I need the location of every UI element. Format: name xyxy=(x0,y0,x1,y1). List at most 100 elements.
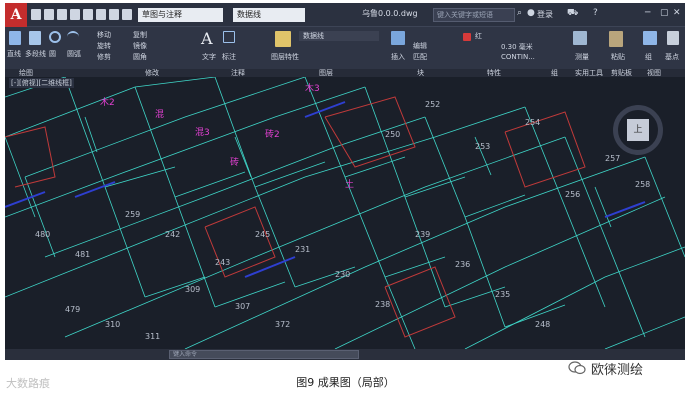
ribbon-button-group[interactable]: 组 xyxy=(645,52,652,62)
arc-tool-icon[interactable] xyxy=(67,31,79,43)
parcel-boundary-line[interactable] xyxy=(24,176,56,258)
parcel-number-label[interactable]: 310 xyxy=(105,320,120,329)
command-input[interactable] xyxy=(169,350,359,359)
save-icon[interactable] xyxy=(57,9,67,20)
user-icon[interactable]: ● xyxy=(527,8,535,18)
road-segment-line[interactable] xyxy=(74,181,116,198)
material-label[interactable]: 木2 xyxy=(100,96,115,108)
group-icon[interactable] xyxy=(643,31,657,45)
material-label[interactable]: 土 xyxy=(345,178,354,190)
ribbon-button-insert[interactable]: 插入 xyxy=(391,52,405,62)
parcel-number-label[interactable]: 230 xyxy=(335,270,350,279)
material-label[interactable]: 砖 xyxy=(230,156,239,168)
parcel-number-label[interactable]: 480 xyxy=(35,230,50,239)
parcel-boundary-line[interactable] xyxy=(234,136,252,178)
ribbon-button-circle[interactable]: 圆 xyxy=(49,49,56,59)
ribbon-button-paste[interactable]: 粘贴 xyxy=(611,52,625,62)
parcel-number-label[interactable]: 309 xyxy=(185,285,200,294)
ribbon-button-measure[interactable]: 测量 xyxy=(575,52,589,62)
open-file-icon[interactable] xyxy=(44,9,54,20)
ribbon-button-dimension[interactable]: 标注 xyxy=(222,52,236,62)
parcel-boundary-line[interactable] xyxy=(384,256,446,278)
road-segment-line[interactable] xyxy=(304,101,346,118)
viewcube-top-face[interactable]: 上 xyxy=(627,119,649,141)
material-label[interactable]: 木3 xyxy=(305,82,320,94)
save-as-icon[interactable] xyxy=(70,9,80,20)
insert-block-icon[interactable] xyxy=(391,31,405,45)
material-label[interactable]: 砖2 xyxy=(265,128,280,140)
road-segment-line[interactable] xyxy=(244,256,296,278)
ribbon-button-move[interactable]: 移动 xyxy=(97,30,111,40)
linetype-dropdown[interactable]: CONTIN... xyxy=(501,53,535,61)
parcel-boundary-line[interactable] xyxy=(464,194,526,218)
workspace-select[interactable]: 草图与注释 xyxy=(138,8,223,22)
color-dropdown[interactable]: 红 xyxy=(475,31,482,41)
lineweight-dropdown[interactable]: 0.30 毫米 xyxy=(501,42,533,52)
parcel-boundary-line[interactable] xyxy=(24,77,306,178)
parcel-number-label[interactable]: 245 xyxy=(255,230,270,239)
search-icon[interactable]: ⌕ xyxy=(517,8,522,18)
parcel-number-label[interactable]: 254 xyxy=(525,118,540,127)
parcel-boundary-line[interactable] xyxy=(104,166,176,188)
ribbon-button-copy[interactable]: 复制 xyxy=(133,30,147,40)
parcel-boundary-line[interactable] xyxy=(644,156,685,258)
parcel-number-label[interactable]: 259 xyxy=(125,210,140,219)
minimize-icon[interactable]: ─ xyxy=(645,8,650,18)
layer-dropdown[interactable]: 数据线 xyxy=(299,31,379,41)
help-icon[interactable]: ? xyxy=(593,8,598,18)
close-icon[interactable]: ✕ xyxy=(673,8,681,18)
parcel-number-label[interactable]: 257 xyxy=(605,154,620,163)
search-input[interactable]: 键入关键字或短语 xyxy=(433,8,515,22)
layer-properties-icon[interactable] xyxy=(275,31,291,47)
ribbon-button-basepoint[interactable]: 基点 xyxy=(665,52,679,62)
ribbon-button-layer-properties[interactable]: 图层特性 xyxy=(271,52,299,62)
parcel-number-label[interactable]: 243 xyxy=(215,258,230,267)
parcel-number-label[interactable]: 252 xyxy=(425,100,440,109)
parcel-boundary-line[interactable] xyxy=(304,77,416,349)
dimension-tool-icon[interactable] xyxy=(223,31,235,43)
share-icon[interactable] xyxy=(122,9,132,20)
parcel-boundary-line[interactable] xyxy=(84,116,98,153)
viewcube-icon[interactable]: 上 xyxy=(613,105,663,155)
parcel-number-label[interactable]: 238 xyxy=(375,300,390,309)
ribbon-button-rotate[interactable]: 旋转 xyxy=(97,41,111,51)
circle-tool-icon[interactable] xyxy=(49,31,61,43)
new-file-icon[interactable] xyxy=(31,9,41,20)
cadastral-map[interactable]: 木2 混混3 砖 砖2 木3 土 250 252 253 254 256 257 258 259 242 24… xyxy=(5,77,685,349)
ribbon-button-match[interactable]: 匹配 xyxy=(413,52,427,62)
parcel-boundary-line[interactable] xyxy=(184,156,646,349)
color-swatch-icon[interactable] xyxy=(463,33,471,41)
parcel-boundary-line[interactable] xyxy=(174,171,246,198)
parcel-number-label[interactable]: 235 xyxy=(495,290,510,299)
ribbon-button-trim[interactable]: 修剪 xyxy=(97,52,111,62)
parcel-number-label[interactable]: 242 xyxy=(165,230,180,239)
ribbon-button-fillet[interactable]: 圆角 xyxy=(133,52,147,62)
app-logo-icon[interactable]: A xyxy=(5,3,27,27)
parcel-boundary-line[interactable] xyxy=(604,316,685,349)
parcel-boundary-line[interactable] xyxy=(424,116,506,328)
ribbon-button-polyline[interactable]: 多段线 xyxy=(25,49,46,59)
parcel-boundary-line[interactable] xyxy=(594,186,612,228)
parcel-boundary-line[interactable] xyxy=(5,86,366,218)
paste-icon[interactable] xyxy=(609,31,623,47)
parcel-number-label[interactable]: 256 xyxy=(565,190,580,199)
parcel-number-label[interactable]: 479 xyxy=(65,305,80,314)
redo-icon[interactable] xyxy=(109,9,119,20)
parcel-number-label[interactable]: 372 xyxy=(275,320,290,329)
measure-icon[interactable] xyxy=(573,31,587,45)
cart-icon[interactable]: ⛟ xyxy=(567,8,578,19)
parcel-number-label[interactable]: 236 xyxy=(455,260,470,269)
plot-icon[interactable] xyxy=(83,9,93,20)
parcel-number-label[interactable]: 250 xyxy=(385,130,400,139)
parcel-boundary-line[interactable] xyxy=(64,136,566,338)
material-label[interactable]: 混3 xyxy=(195,127,210,138)
parcel-number-label[interactable]: 231 xyxy=(295,245,310,254)
ribbon-button-edit[interactable]: 编辑 xyxy=(413,41,427,51)
red-boundary-line[interactable] xyxy=(324,96,416,168)
parcel-number-label[interactable]: 253 xyxy=(475,142,490,151)
undo-icon[interactable] xyxy=(96,9,106,20)
road-segment-line[interactable] xyxy=(5,191,46,208)
parcel-number-label[interactable]: 311 xyxy=(145,332,160,341)
quick-layer-select[interactable]: 数据线 xyxy=(233,8,305,22)
maximize-icon[interactable]: ▢ xyxy=(660,8,669,18)
